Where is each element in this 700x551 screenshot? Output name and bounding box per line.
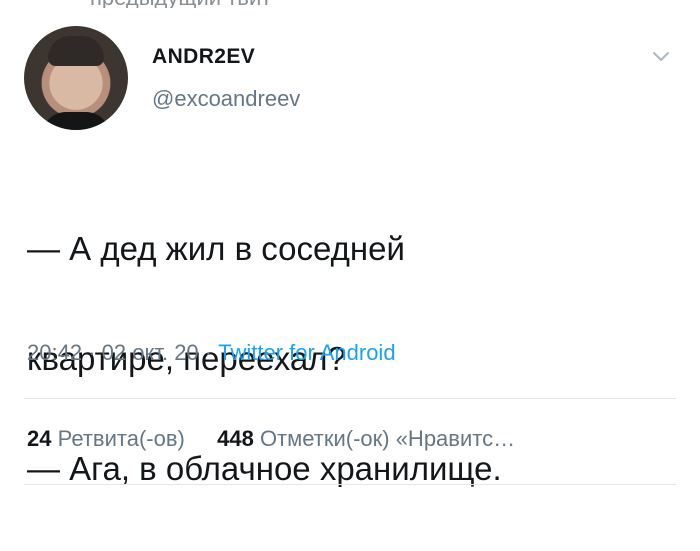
tweet-metadata: 20:42 · 02 окт. 20 · Twitter for Android (27, 338, 396, 368)
retweets-count: 24 (27, 426, 52, 451)
avatar[interactable] (24, 26, 128, 130)
display-name[interactable]: ANDR2EV (152, 44, 300, 70)
avatar-hair (48, 36, 104, 66)
separator: · (88, 340, 102, 365)
previous-content-text: предыдущий твит (90, 0, 271, 8)
previous-content-edge: предыдущий твит (0, 0, 700, 8)
likes-label: Отметки(-ок) «Нравитс… (259, 426, 516, 451)
tweet-time[interactable]: 20:42 (27, 340, 82, 365)
tweet-stats: 24 Ретвита(-ов) 448 Отметки(-ок) «Нравит… (27, 424, 515, 454)
divider (24, 484, 676, 485)
retweets-label: Ретвита(-ов) (57, 426, 185, 451)
tweet-date[interactable]: 02 окт. 20 (102, 340, 199, 365)
user-handle[interactable]: @excoandreev (152, 86, 300, 112)
chevron-down-icon[interactable] (652, 50, 670, 64)
tweet-source-link[interactable]: Twitter for Android (218, 340, 395, 365)
avatar-shirt (42, 112, 110, 130)
retweets-stat[interactable]: 24 Ретвита(-ов) (27, 426, 191, 451)
likes-count: 448 (217, 426, 254, 451)
divider (24, 398, 676, 399)
separator: · (204, 340, 219, 365)
likes-stat[interactable]: 448 Отметки(-ок) «Нравитс… (217, 426, 515, 451)
tweet-author: ANDR2EV @excoandreev (152, 44, 300, 112)
tweet-text-line: — А дед жил в соседней (27, 230, 405, 267)
